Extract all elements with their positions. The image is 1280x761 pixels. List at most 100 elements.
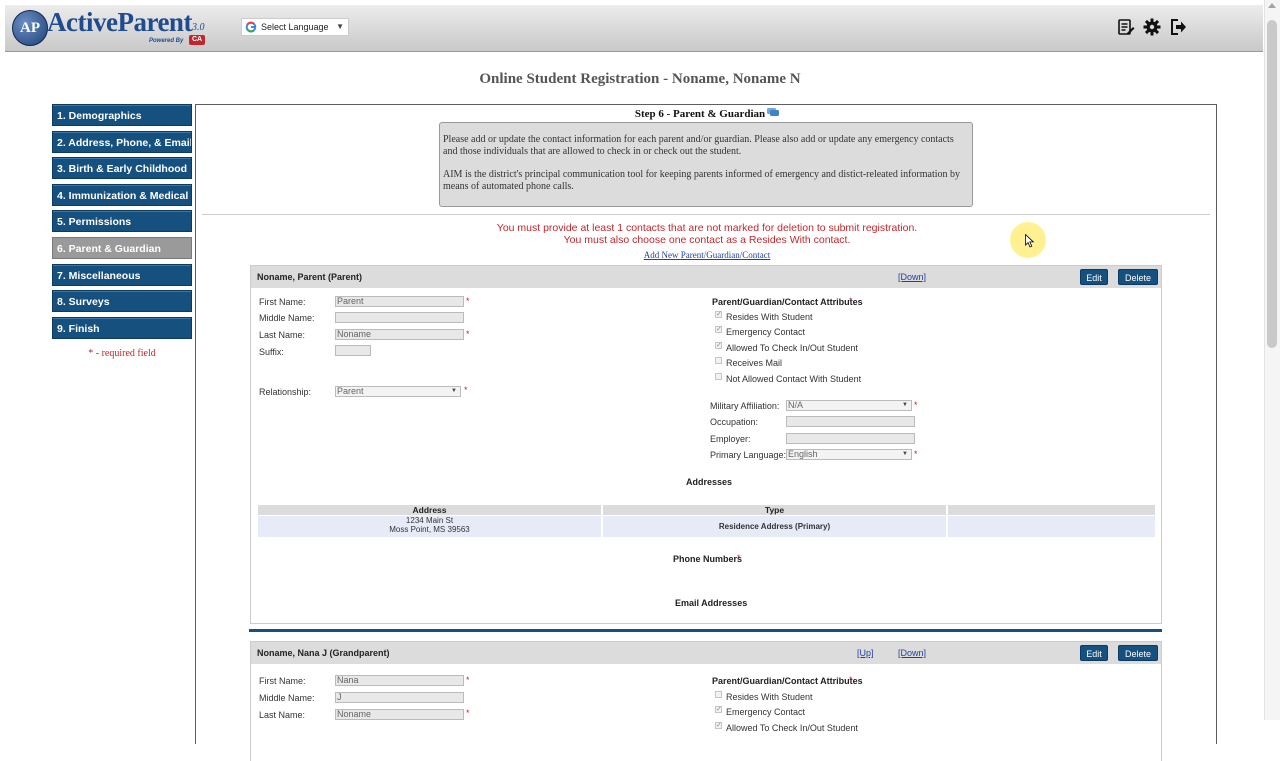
logo-text: ActiveParent: [47, 7, 192, 37]
language-select[interactable]: Select Language ▼: [241, 18, 349, 36]
military-affiliation-select[interactable]: N/A ▼: [786, 400, 912, 411]
middle-name-field[interactable]: J: [335, 692, 464, 703]
relationship-select[interactable]: Parent ▼: [335, 386, 461, 397]
required-star: *: [466, 675, 470, 685]
nav-item-permissions[interactable]: 5. Permissions: [52, 210, 192, 233]
required-star: *: [914, 400, 918, 410]
page-scrollbar[interactable]: [1264, 0, 1280, 720]
emergency-contact-checkbox[interactable]: ✓: [715, 706, 722, 713]
relationship-value: Parent: [337, 386, 364, 396]
receives-mail-label: Receives Mail: [726, 358, 783, 368]
address-cell: 1234 Main St Moss Point, MS 39563: [258, 516, 601, 537]
allowed-check-in-out-label: Allowed To Check In/Out Student: [726, 723, 858, 733]
required-star: *: [849, 675, 853, 685]
first-name-field[interactable]: Nana: [335, 675, 464, 686]
first-name-label: First Name:: [259, 297, 306, 307]
powered-by-label: Powered By: [149, 38, 184, 44]
last-name-field[interactable]: Noname: [335, 709, 464, 720]
chevron-down-icon: ▼: [336, 22, 344, 31]
add-contact-link-text: Add New Parent/Guardian/Contact: [643, 250, 771, 260]
scroll-thumb[interactable]: [1267, 20, 1277, 348]
last-name-label: Last Name:: [259, 330, 306, 340]
nav-item-finish[interactable]: 9. Finish: [52, 316, 192, 339]
resides-with-student-checkbox[interactable]: [715, 691, 722, 698]
middle-name-field[interactable]: [335, 312, 464, 323]
suffix-label: Suffix:: [259, 347, 284, 357]
help-chat-icon[interactable]: [767, 108, 780, 117]
move-down-link[interactable]: [Down]: [898, 272, 926, 282]
nav-item-parent-guardian[interactable]: 6. Parent & Guardian: [52, 236, 192, 259]
logo-version: 3.0: [192, 22, 205, 33]
required-star: *: [737, 553, 741, 563]
address-column-header: Address: [258, 505, 601, 515]
google-icon: [245, 21, 257, 33]
instructions-paragraph-2: AIM is the district's principal communic…: [443, 169, 961, 192]
chevron-down-icon: ▼: [902, 402, 908, 408]
military-affiliation-label: Military Affiliation:: [710, 401, 780, 411]
employer-field[interactable]: [786, 433, 915, 444]
edit-list-icon[interactable]: [1117, 18, 1135, 36]
instructions-paragraph-1: Please add or update the contact informa…: [443, 134, 954, 157]
edit-button[interactable]: Edit: [1080, 645, 1108, 661]
middle-name-label: Middle Name:: [259, 693, 315, 703]
required-star: *: [466, 296, 470, 306]
nav-item-birth-early-childhood[interactable]: 3. Birth & Early Childhood: [52, 157, 192, 180]
suffix-field[interactable]: [335, 345, 371, 356]
military-affiliation-value: N/A: [788, 400, 804, 410]
phone-numbers-title: Phone Numbers: [673, 554, 743, 564]
scroll-up-icon[interactable]: [1268, 3, 1276, 8]
validation-warning: You must provide at least 1 contacts tha…: [196, 222, 1218, 246]
nav-item-surveys[interactable]: 8. Surveys: [52, 290, 192, 313]
first-name-field[interactable]: Parent: [335, 296, 464, 307]
brand-badge: CA: [189, 35, 205, 45]
contact-card: Noname, Nana J (Grandparent) [Up] [Down]…: [250, 641, 1162, 761]
nav-item-address-phone-email[interactable]: 2. Address, Phone, & Email: [52, 130, 192, 153]
allowed-check-in-out-label: Allowed To Check In/Out Student: [726, 343, 858, 353]
contact-card-header: Noname, Parent (Parent) [Down] Edit Dele…: [251, 266, 1161, 288]
resides-with-student-checkbox[interactable]: ✓: [715, 311, 722, 318]
move-down-link[interactable]: [Down]: [898, 648, 926, 658]
nav-item-demographics[interactable]: 1. Demographics: [52, 104, 192, 126]
gear-icon[interactable]: [1143, 18, 1161, 36]
primary-language-select[interactable]: English ▼: [786, 449, 912, 460]
move-up-link[interactable]: [Up]: [857, 648, 874, 658]
emergency-contact-checkbox[interactable]: ✓: [715, 326, 722, 333]
logout-icon[interactable]: [1169, 18, 1187, 36]
nav-item-miscellaneous[interactable]: 7. Miscellaneous: [52, 263, 192, 286]
required-star: *: [914, 449, 918, 459]
attributes-title: Parent/Guardian/Contact Attributes: [712, 297, 863, 307]
nav-item-immunization-medical[interactable]: 4. Immunization & Medical: [52, 183, 192, 206]
last-name-label: Last Name:: [259, 710, 306, 720]
email-addresses-title: Email Addresses: [675, 598, 748, 608]
allowed-check-in-out-checkbox[interactable]: ✓: [715, 342, 722, 349]
primary-language-label: Primary Language:: [710, 450, 787, 460]
emergency-contact-label: Emergency Contact: [726, 707, 806, 717]
actions-column-header: [948, 505, 1155, 515]
logo-emblem: AP: [12, 10, 48, 46]
contact-name: Noname, Parent (Parent): [257, 272, 363, 282]
receives-mail-checkbox[interactable]: [715, 357, 722, 364]
occupation-field[interactable]: [786, 416, 915, 427]
step-nav: 1. Demographics 2. Address, Phone, & Ema…: [52, 104, 192, 343]
contact-separator: [249, 629, 1162, 632]
employer-label: Employer:: [710, 434, 751, 444]
allowed-check-in-out-checkbox[interactable]: ✓: [715, 722, 722, 729]
language-select-label: Select Language: [261, 22, 329, 32]
not-allowed-contact-checkbox[interactable]: [715, 373, 722, 380]
attributes-title: Parent/Guardian/Contact Attributes: [712, 676, 863, 686]
last-name-field[interactable]: Noname: [335, 329, 464, 340]
delete-button[interactable]: Delete: [1118, 645, 1158, 661]
occupation-label: Occupation:: [710, 417, 759, 427]
edit-button[interactable]: Edit: [1080, 269, 1108, 285]
mouse-cursor-icon: [1025, 234, 1035, 248]
addresses-title: Addresses: [686, 477, 733, 487]
step-title-text: Step 6 - Parent & Guardian: [634, 108, 766, 120]
required-star: *: [849, 296, 853, 306]
delete-button[interactable]: Delete: [1118, 269, 1158, 285]
emergency-contact-label: Emergency Contact: [726, 327, 806, 337]
required-star: *: [466, 329, 470, 339]
warning-line-2: You must also choose one contact as a Re…: [563, 234, 851, 246]
address-line-1: 1234 Main St: [405, 516, 454, 525]
first-name-label: First Name:: [259, 676, 306, 686]
add-contact-link[interactable]: Add New Parent/Guardian/Contact: [196, 250, 1218, 260]
